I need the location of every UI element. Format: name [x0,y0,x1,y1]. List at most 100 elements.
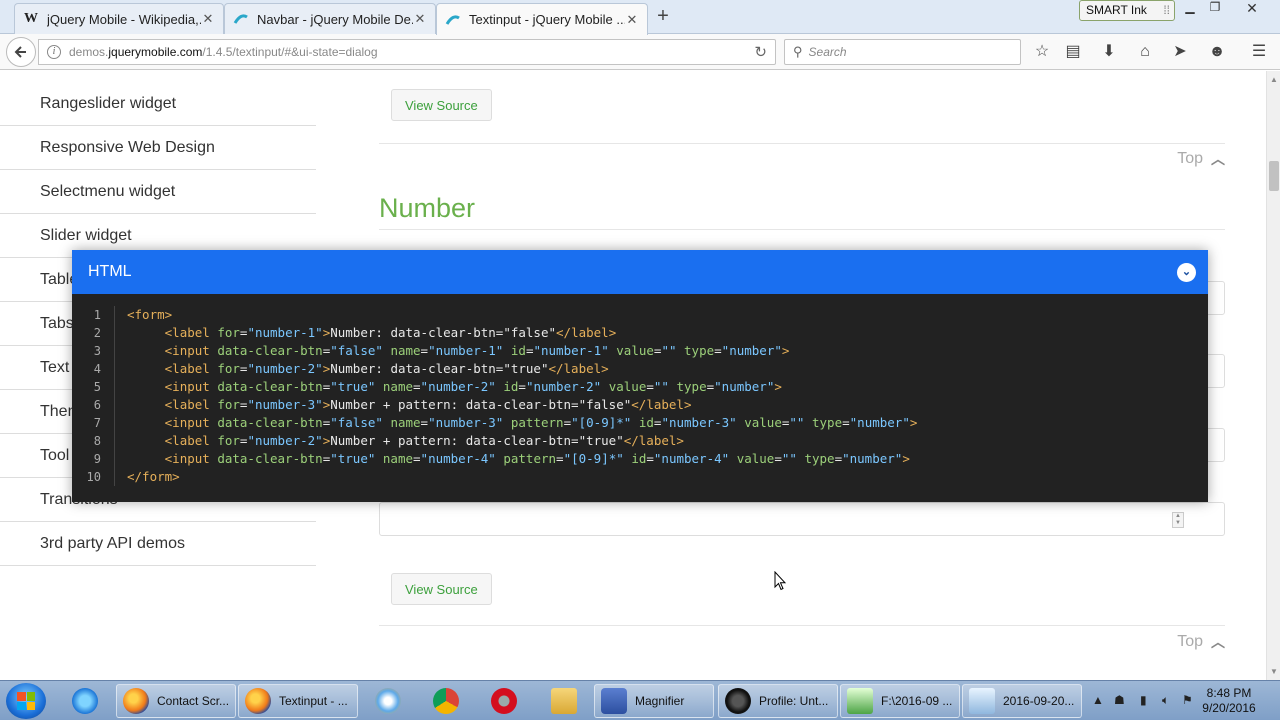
sidebar-item-3rd-party[interactable]: 3rd party API demos [0,522,316,566]
new-tab-button[interactable]: + [652,6,674,28]
back-button[interactable] [6,37,36,67]
code-line: 7 <input data-clear-btn="false" name="nu… [72,414,1208,432]
start-button[interactable] [6,683,46,719]
opera-icon [491,688,517,714]
code-line: 10 </form> [72,468,1208,486]
bookmark-star-icon[interactable]: ☆ [1032,42,1052,62]
download-icon[interactable]: ⬇ [1099,42,1119,62]
clock[interactable]: 8:48 PM 9/20/2016 [1198,686,1260,716]
wikipedia-icon: W [24,11,38,26]
sidebar-item-label: Slider widget [40,226,132,244]
show-hidden-icons-icon[interactable]: ▲ [1092,693,1104,707]
chevron-up-icon: ︿ [1211,151,1225,167]
view-source-button[interactable]: View Source [391,89,492,121]
chrome-icon [433,688,459,714]
search-input[interactable]: ⚲ Search [784,39,1021,65]
scrollbar-thumb[interactable] [1269,161,1279,191]
sidebar-item-label: Responsive Web Design [40,138,215,156]
sidebar-item-label: Selectmenu widget [40,182,176,200]
window-close-icon[interactable]: ✕ [1232,0,1272,20]
top-link[interactable]: Top ︿ [1177,149,1225,169]
taskbar-item-editor[interactable]: F:\2016-09 ... [840,684,960,718]
taskbar-item-firefox[interactable]: Contact Scr... [116,684,236,718]
minimize-icon[interactable]: ▁ [1180,0,1200,20]
taskbar-item-label: Magnifier [635,694,685,708]
close-icon[interactable]: ✕ [201,11,215,27]
taskbar-item-opera[interactable] [478,684,530,718]
scroll-down-icon[interactable]: ▼ [1270,667,1278,676]
code-text: <input data-clear-btn="false" name="numb… [114,342,789,360]
chat-icon[interactable]: ☻ [1207,42,1227,62]
code-line: 8 <label for="number-2">Number + pattern… [72,432,1208,450]
action-center-icon[interactable]: ⚑ [1182,693,1193,707]
code-text: <input data-clear-btn="true" name="numbe… [114,378,782,396]
code-text: <input data-clear-btn="false" name="numb… [114,414,917,432]
top-link-label: Top [1177,150,1203,167]
section-title: Number [379,193,476,223]
taskbar-item-firefox[interactable]: Textinput - ... [238,684,358,718]
menu-icon[interactable]: ☰ [1249,42,1269,62]
line-number: 7 [93,416,101,430]
jquery-icon [233,11,249,27]
grip-icon[interactable]: ⁞⁞ [1163,3,1170,17]
tab-wikipedia[interactable]: W jQuery Mobile - Wikipedia,... ✕ [14,3,224,34]
taskbar-item-notepad[interactable]: 2016-09-20... [962,684,1082,718]
close-icon[interactable]: ✕ [413,11,427,27]
url-path: /1.4.5/textinput/#&ui-state=dialog [202,45,378,59]
spinner-icon[interactable]: ▲▼ [1172,512,1184,528]
view-source-button[interactable]: View Source [391,573,492,605]
reload-icon[interactable]: ↻ [754,43,767,61]
tab-textinput[interactable]: Textinput - jQuery Mobile ... ✕ [436,3,648,35]
volume-icon[interactable]: 🔈︎ [1162,693,1169,708]
firefox-icon [245,688,271,714]
top-link[interactable]: Top ︿ [1177,632,1225,652]
vertical-scrollbar[interactable]: ▲ ▼ [1266,71,1280,680]
info-icon[interactable]: i [47,45,61,59]
editor-icon [847,688,873,714]
send-icon[interactable]: ➤ [1170,42,1190,62]
close-icon[interactable]: ✕ [625,12,639,28]
taskbar-item-obs[interactable]: Profile: Unt... [718,684,838,718]
scroll-up-icon[interactable]: ▲ [1270,75,1278,84]
taskbar-item-magnifier[interactable]: Magnifier [594,684,714,718]
notepad-icon [969,688,995,714]
code-line: 9 <input data-clear-btn="true" name="num… [72,450,1208,468]
clock-date: 9/20/2016 [1202,701,1256,715]
source-dialog: HTML ⌄ 1 <form> 2 <label for="number-1">Nu… [72,250,1208,502]
network-icon[interactable]: ▮ [1140,693,1147,707]
jquery-icon [445,12,461,28]
number-input-4[interactable]: ▲ ▼ [379,502,1225,536]
magnifier-icon [601,688,627,714]
sidebar-item-selectmenu[interactable]: Selectmenu widget [0,170,316,214]
line-number: 4 [93,362,101,376]
taskbar-item-chrome[interactable] [420,684,472,718]
code-text: <label for="number-2">Number: data-clear… [114,360,609,378]
divider [379,229,1225,230]
tray-app-icon[interactable]: ☗ [1114,693,1125,707]
taskbar-item-explorer[interactable] [536,684,592,718]
navigation-bar: i demos. jquerymobile.com/1.4.5/textinput… [0,34,1280,70]
line-number: 1 [93,308,101,322]
line-number: 2 [93,326,101,340]
sidebar-item-rangeslider[interactable]: Rangeslider widget [0,71,316,126]
url-bar[interactable]: i demos. jquerymobile.com/1.4.5/textinput… [38,39,776,65]
home-icon[interactable]: ⌂ [1135,42,1155,62]
taskbar-item-safari[interactable] [362,684,414,718]
code-text: <label for="number-3">Number + pattern: … [114,396,691,414]
tab-strip: W jQuery Mobile - Wikipedia,... ✕ Navbar… [0,0,1280,35]
smart-ink-toolbar[interactable]: SMART Ink ⁞⁞ [1079,0,1175,21]
sidebar-item-responsive[interactable]: Responsive Web Design [0,126,316,170]
dialog-header: HTML [72,250,1208,294]
taskbar-item-ie[interactable] [60,684,110,718]
reading-list-icon[interactable]: ▤ [1063,42,1083,62]
back-arrow-icon [14,46,26,58]
taskbar-item-label: Contact Scr... [157,694,230,708]
sidebar-item-label: Tabs [40,314,74,332]
windows-logo-icon [17,692,35,710]
code-line: 4 <label for="number-2">Number: data-cle… [72,360,1208,378]
clock-time: 8:48 PM [1206,686,1252,700]
code-text: <input data-clear-btn="true" name="numbe… [114,450,910,468]
tab-navbar[interactable]: Navbar - jQuery Mobile De... ✕ [224,3,436,34]
collapse-chevron-icon[interactable]: ⌄ [1177,263,1196,282]
maximize-icon[interactable]: ❐ [1205,0,1225,20]
